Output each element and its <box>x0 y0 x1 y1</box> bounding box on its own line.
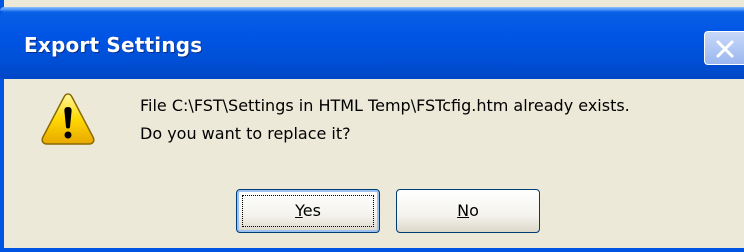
message-line-2: Do you want to replace it? <box>140 124 351 143</box>
no-label-rest: o <box>469 201 479 220</box>
export-settings-dialog: Export Settings File C:\FST\Settings in … <box>0 0 744 252</box>
close-icon <box>716 40 734 58</box>
yes-button[interactable]: Yes <box>236 189 380 233</box>
dialog-title: Export Settings <box>24 33 203 57</box>
no-button-label: No <box>457 190 479 232</box>
warning-icon <box>41 93 95 145</box>
message-line-1: File C:\FST\Settings in HTML Temp\FSTcfi… <box>140 96 630 115</box>
focus-ring <box>242 195 374 227</box>
close-button[interactable] <box>704 31 744 65</box>
no-mnemonic: N <box>457 201 470 220</box>
no-button[interactable]: No <box>396 189 540 233</box>
title-bar[interactable]: Export Settings <box>0 7 744 79</box>
dialog-body: File C:\FST\Settings in HTML Temp\FSTcfi… <box>4 79 744 248</box>
